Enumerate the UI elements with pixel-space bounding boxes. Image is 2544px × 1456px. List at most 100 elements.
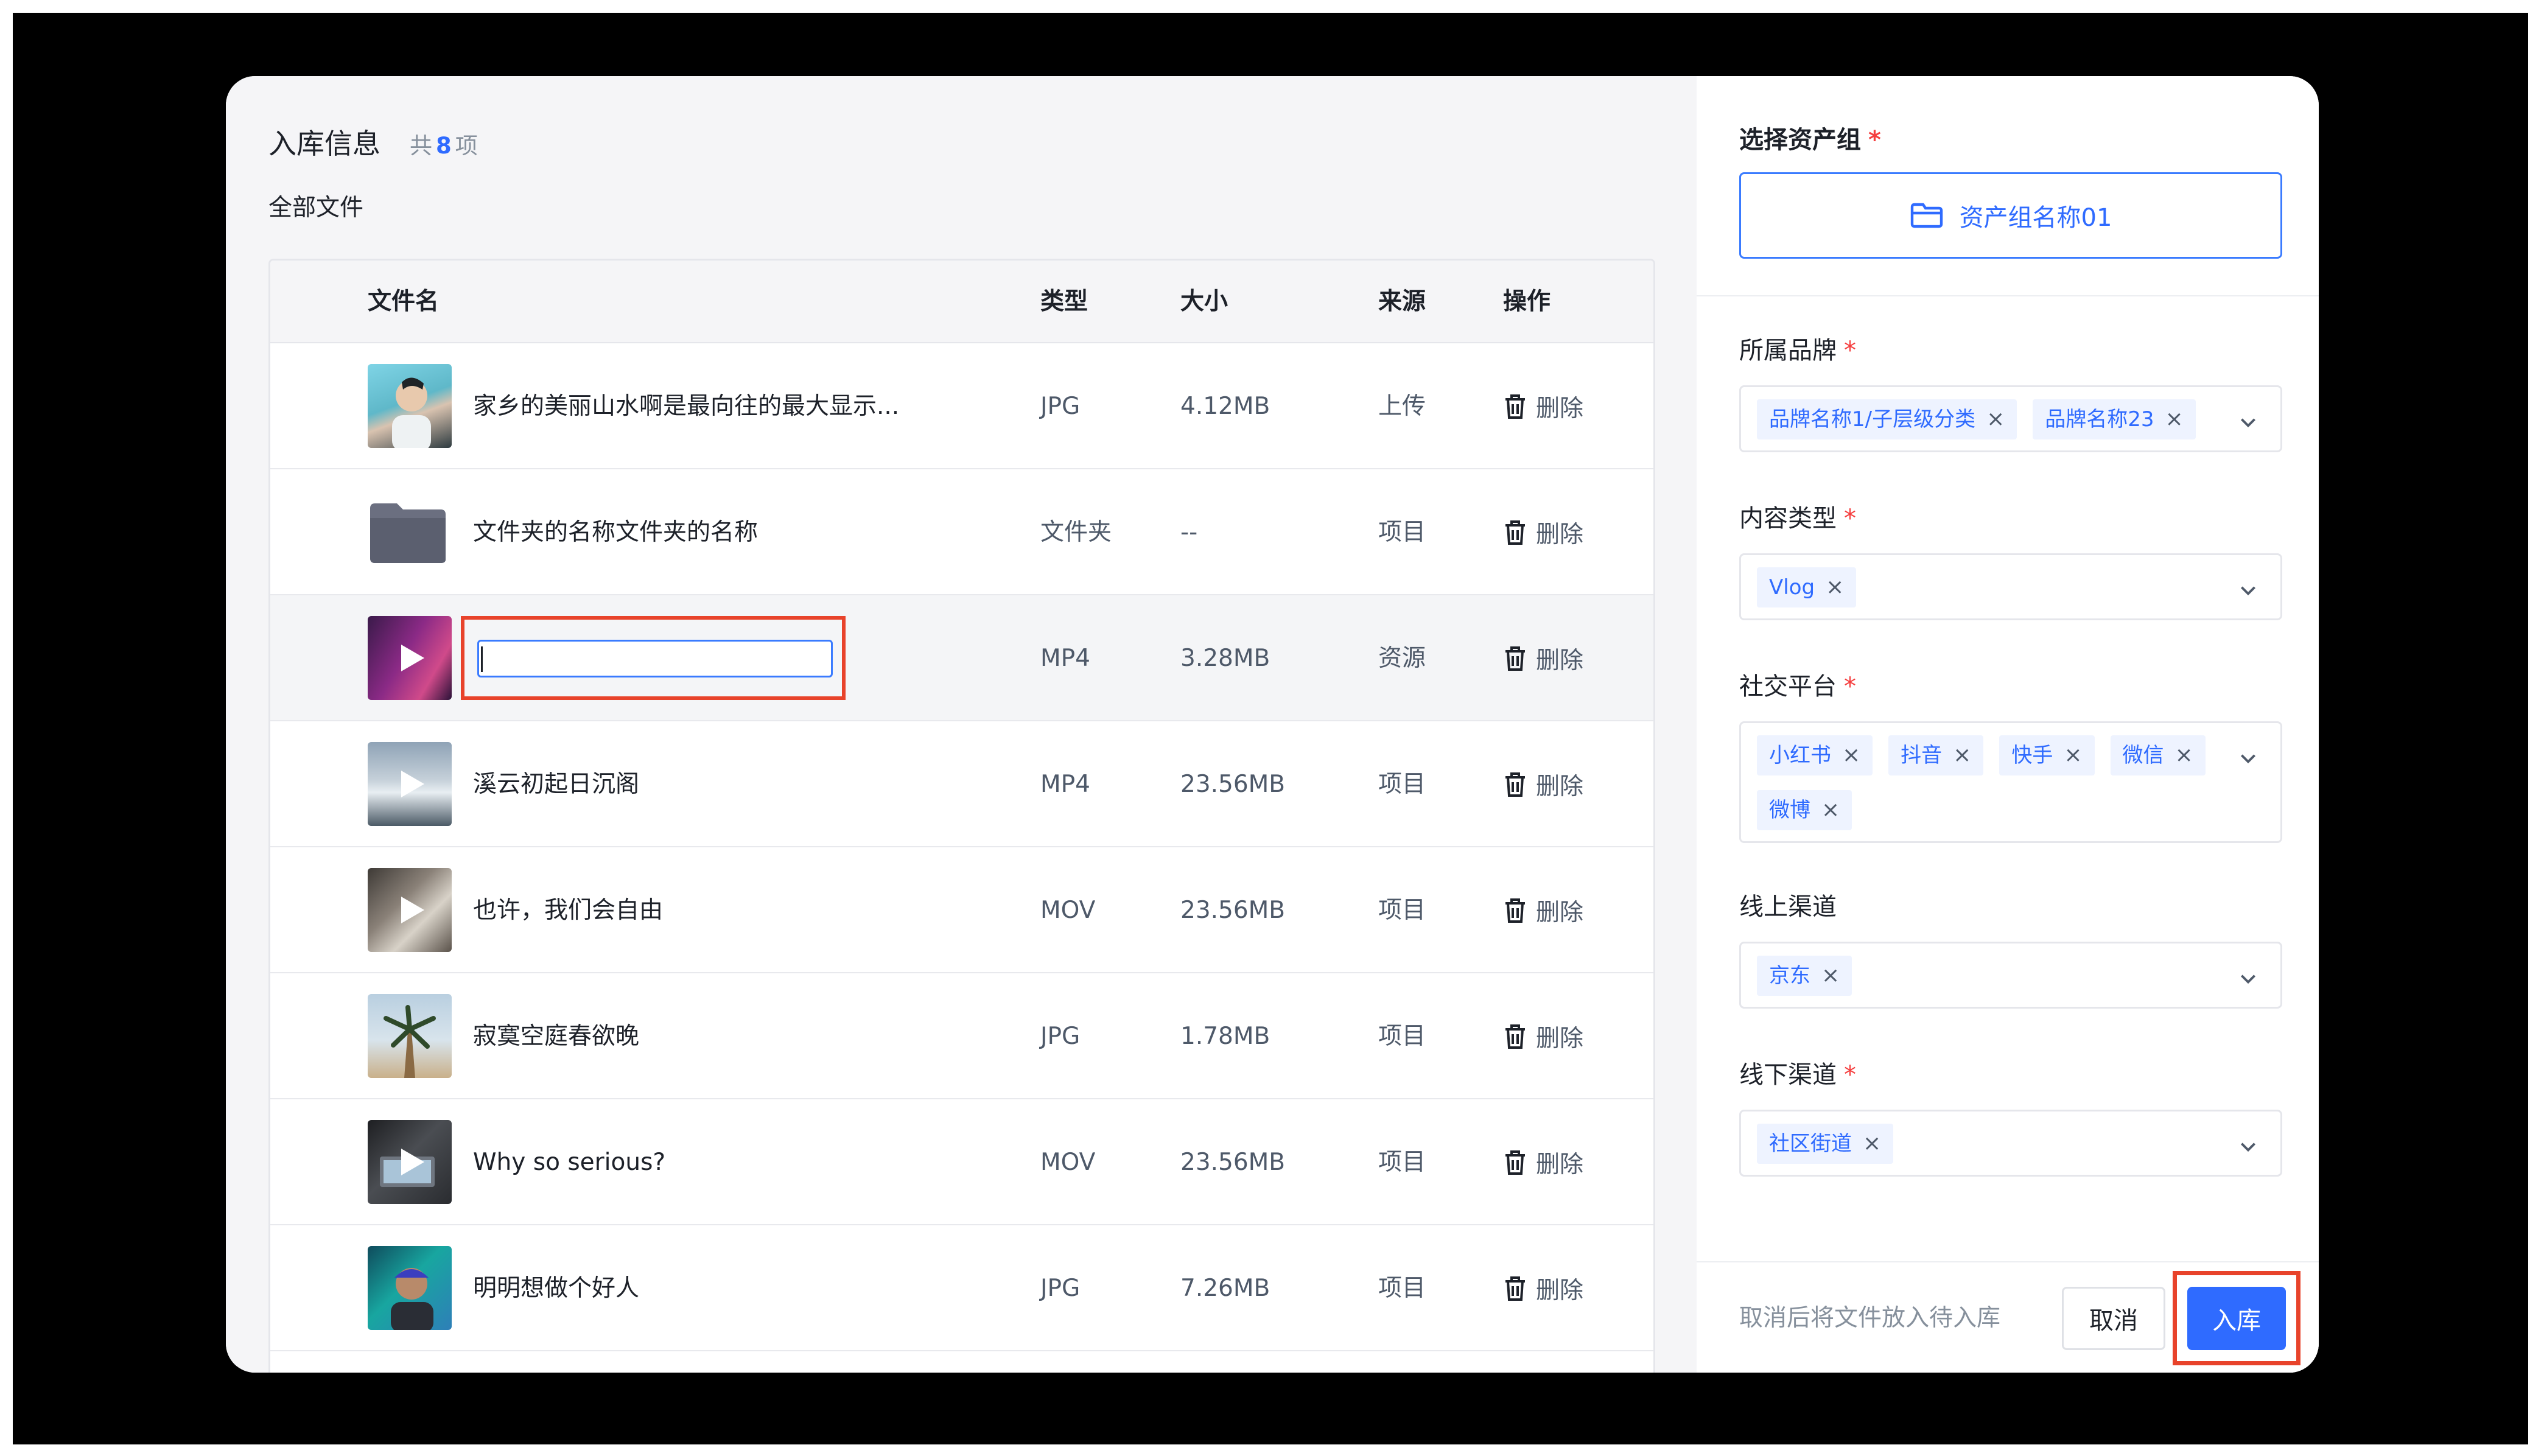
- tag: Vlog ×: [1757, 567, 1857, 607]
- close-icon[interactable]: ×: [1953, 735, 1971, 775]
- social-platform-select[interactable]: 小红书 × 抖音 × 快手 × 微信 × 微博 ×: [1739, 721, 2282, 843]
- form-footer: 取消后将文件放入待入库 取消 入库: [1697, 1261, 2319, 1373]
- table-header: 文件名 类型 大小 来源 操作: [270, 261, 1653, 343]
- file-source: 项目: [1378, 1023, 1426, 1050]
- file-name: 明明想做个好人: [473, 1275, 640, 1302]
- table-row[interactable]: Why so serious? MOV 23.56MB 项目 删除: [270, 1099, 1653, 1225]
- close-icon[interactable]: ×: [2165, 399, 2184, 439]
- file-name: Why so serious?: [473, 1149, 666, 1176]
- trash-icon: [1505, 898, 1525, 923]
- close-icon[interactable]: ×: [1986, 399, 2005, 439]
- content-type-tags: Vlog ×: [1757, 567, 2213, 607]
- table-row[interactable]: 文件夹的名称文件夹的名称 文件夹 -- 项目 删除: [270, 469, 1653, 595]
- file-size: 3.28MB: [1180, 645, 1270, 672]
- file-source: 项目: [1378, 1275, 1426, 1302]
- person-figure: [392, 377, 431, 448]
- tag: 品牌名称23 ×: [2033, 399, 2196, 439]
- file-source: 资源: [1378, 645, 1426, 672]
- delete-button[interactable]: 删除: [1503, 1225, 1583, 1351]
- submit-highlight: 入库: [2173, 1271, 2300, 1365]
- social-tags: 小红书 × 抖音 × 快手 × 微信 × 微博 ×: [1757, 735, 2213, 830]
- folder-open-icon: [1910, 203, 1943, 228]
- trash-icon: [1505, 1024, 1525, 1049]
- play-icon: [401, 1149, 424, 1175]
- col-type: 类型: [1040, 288, 1088, 315]
- count-number: 8: [436, 133, 452, 159]
- file-source: 项目: [1378, 897, 1426, 924]
- video-iceberg-thumbnail: [368, 742, 452, 826]
- file-size: --: [1180, 519, 1198, 546]
- delete-button[interactable]: 删除: [1503, 973, 1583, 1099]
- brand-select[interactable]: 品牌名称1/子层级分类 × 品牌名称23 ×: [1739, 385, 2282, 452]
- offline-channel-select[interactable]: 社区街道 ×: [1739, 1110, 2282, 1177]
- form-panel: 选择资产组 * 资产组名称01 所属品牌 * 品牌名称1/子层级分类 × 品牌名称23…: [1697, 76, 2319, 1373]
- file-type: JPG: [1040, 1275, 1081, 1302]
- palm-tree-figure: [384, 1005, 436, 1078]
- play-icon: [401, 771, 424, 797]
- tag: 社区街道 ×: [1757, 1124, 1894, 1164]
- count-suffix: 项: [455, 133, 478, 159]
- file-type: MOV: [1040, 897, 1096, 924]
- content-type-select[interactable]: Vlog ×: [1739, 553, 2282, 620]
- rename-input[interactable]: [477, 640, 833, 677]
- asset-group-label: 选择资产组 *: [1739, 126, 1881, 154]
- select-asset-group-button[interactable]: 资产组名称01: [1739, 172, 2282, 259]
- close-icon[interactable]: ×: [1842, 735, 1860, 775]
- portrait-photo-thumbnail: [368, 364, 452, 448]
- content-type-label: 内容类型 *: [1739, 505, 1856, 533]
- video-purple-thumbnail: [368, 616, 452, 700]
- person-cap-figure: [391, 1268, 433, 1330]
- tag: 微信 ×: [2110, 735, 2206, 775]
- col-size: 大小: [1180, 288, 1228, 315]
- file-name: 溪云初起日沉阁: [473, 771, 640, 798]
- delete-button[interactable]: 删除: [1503, 847, 1583, 973]
- table-row-editing[interactable]: MP4 3.28MB 资源 删除: [270, 595, 1653, 721]
- close-icon[interactable]: ×: [1821, 956, 1840, 996]
- submit-button[interactable]: 入库: [2187, 1287, 2286, 1350]
- cancel-button[interactable]: 取消: [2062, 1287, 2165, 1350]
- delete-button[interactable]: 删除: [1503, 469, 1583, 595]
- table-row[interactable]: 明明想做个好人 JPG 7.26MB 项目 删除: [270, 1225, 1653, 1351]
- online-channel-label: 线上渠道: [1739, 893, 1837, 921]
- file-size: 23.56MB: [1180, 771, 1286, 798]
- table-row[interactable]: 寂寞空庭春欲晚 JPG 1.78MB 项目 删除: [270, 973, 1653, 1099]
- delete-label: 删除: [1536, 394, 1584, 422]
- tag: 品牌名称1/子层级分类 ×: [1757, 399, 2017, 439]
- file-size: 23.56MB: [1180, 897, 1286, 924]
- brand-label: 所属品牌 *: [1739, 337, 1856, 365]
- trash-icon: [1505, 1276, 1525, 1301]
- close-icon[interactable]: ×: [1821, 790, 1840, 830]
- close-icon[interactable]: ×: [2175, 735, 2193, 775]
- rename-highlight: [461, 616, 846, 700]
- trash-icon: [1505, 772, 1525, 797]
- delete-button[interactable]: 删除: [1503, 595, 1583, 721]
- chevron-down-icon: [2241, 586, 2255, 596]
- delete-button[interactable]: 删除: [1503, 1099, 1583, 1225]
- file-name: 寂寞空庭春欲晚: [473, 1023, 640, 1050]
- footer-hint: 取消后将文件放入待入库: [1739, 1304, 2001, 1332]
- file-source: 项目: [1378, 771, 1426, 798]
- file-type: JPG: [1040, 1023, 1081, 1050]
- close-icon[interactable]: ×: [2064, 735, 2082, 775]
- file-type: MOV: [1040, 1149, 1096, 1176]
- tag: 小红书 ×: [1757, 735, 1873, 775]
- close-icon[interactable]: ×: [1826, 567, 1844, 607]
- delete-button[interactable]: 删除: [1503, 721, 1583, 847]
- tag: 抖音 ×: [1888, 735, 1984, 775]
- file-name: 家乡的美丽山水啊是最向往的最大显示...: [473, 393, 900, 420]
- trash-icon: [1505, 646, 1525, 671]
- online-channel-select[interactable]: 京东 ×: [1739, 942, 2282, 1009]
- delete-label: 删除: [1536, 898, 1584, 926]
- table-row[interactable]: 也许，我们会自由 MOV 23.56MB 项目 删除: [270, 847, 1653, 973]
- tag: 快手 ×: [1999, 735, 2095, 775]
- video-laptop-thumbnail: [368, 1120, 452, 1204]
- delete-button[interactable]: 删除: [1503, 343, 1583, 469]
- trash-icon: [1505, 1150, 1525, 1175]
- col-actions: 操作: [1503, 288, 1551, 315]
- delete-label: 删除: [1536, 1276, 1584, 1304]
- table-row[interactable]: 家乡的美丽山水啊是最向往的最大显示... JPG 4.12MB 上传 删除: [270, 343, 1653, 469]
- table-row[interactable]: 溪云初起日沉阁 MP4 23.56MB 项目 删除: [270, 721, 1653, 847]
- close-icon[interactable]: ×: [1863, 1124, 1881, 1164]
- file-type: MP4: [1040, 645, 1090, 672]
- import-modal: 入库信息 共8项 全部文件 文件名 类型 大小 来源 操作 家乡的美丽山水啊是最…: [226, 76, 2319, 1373]
